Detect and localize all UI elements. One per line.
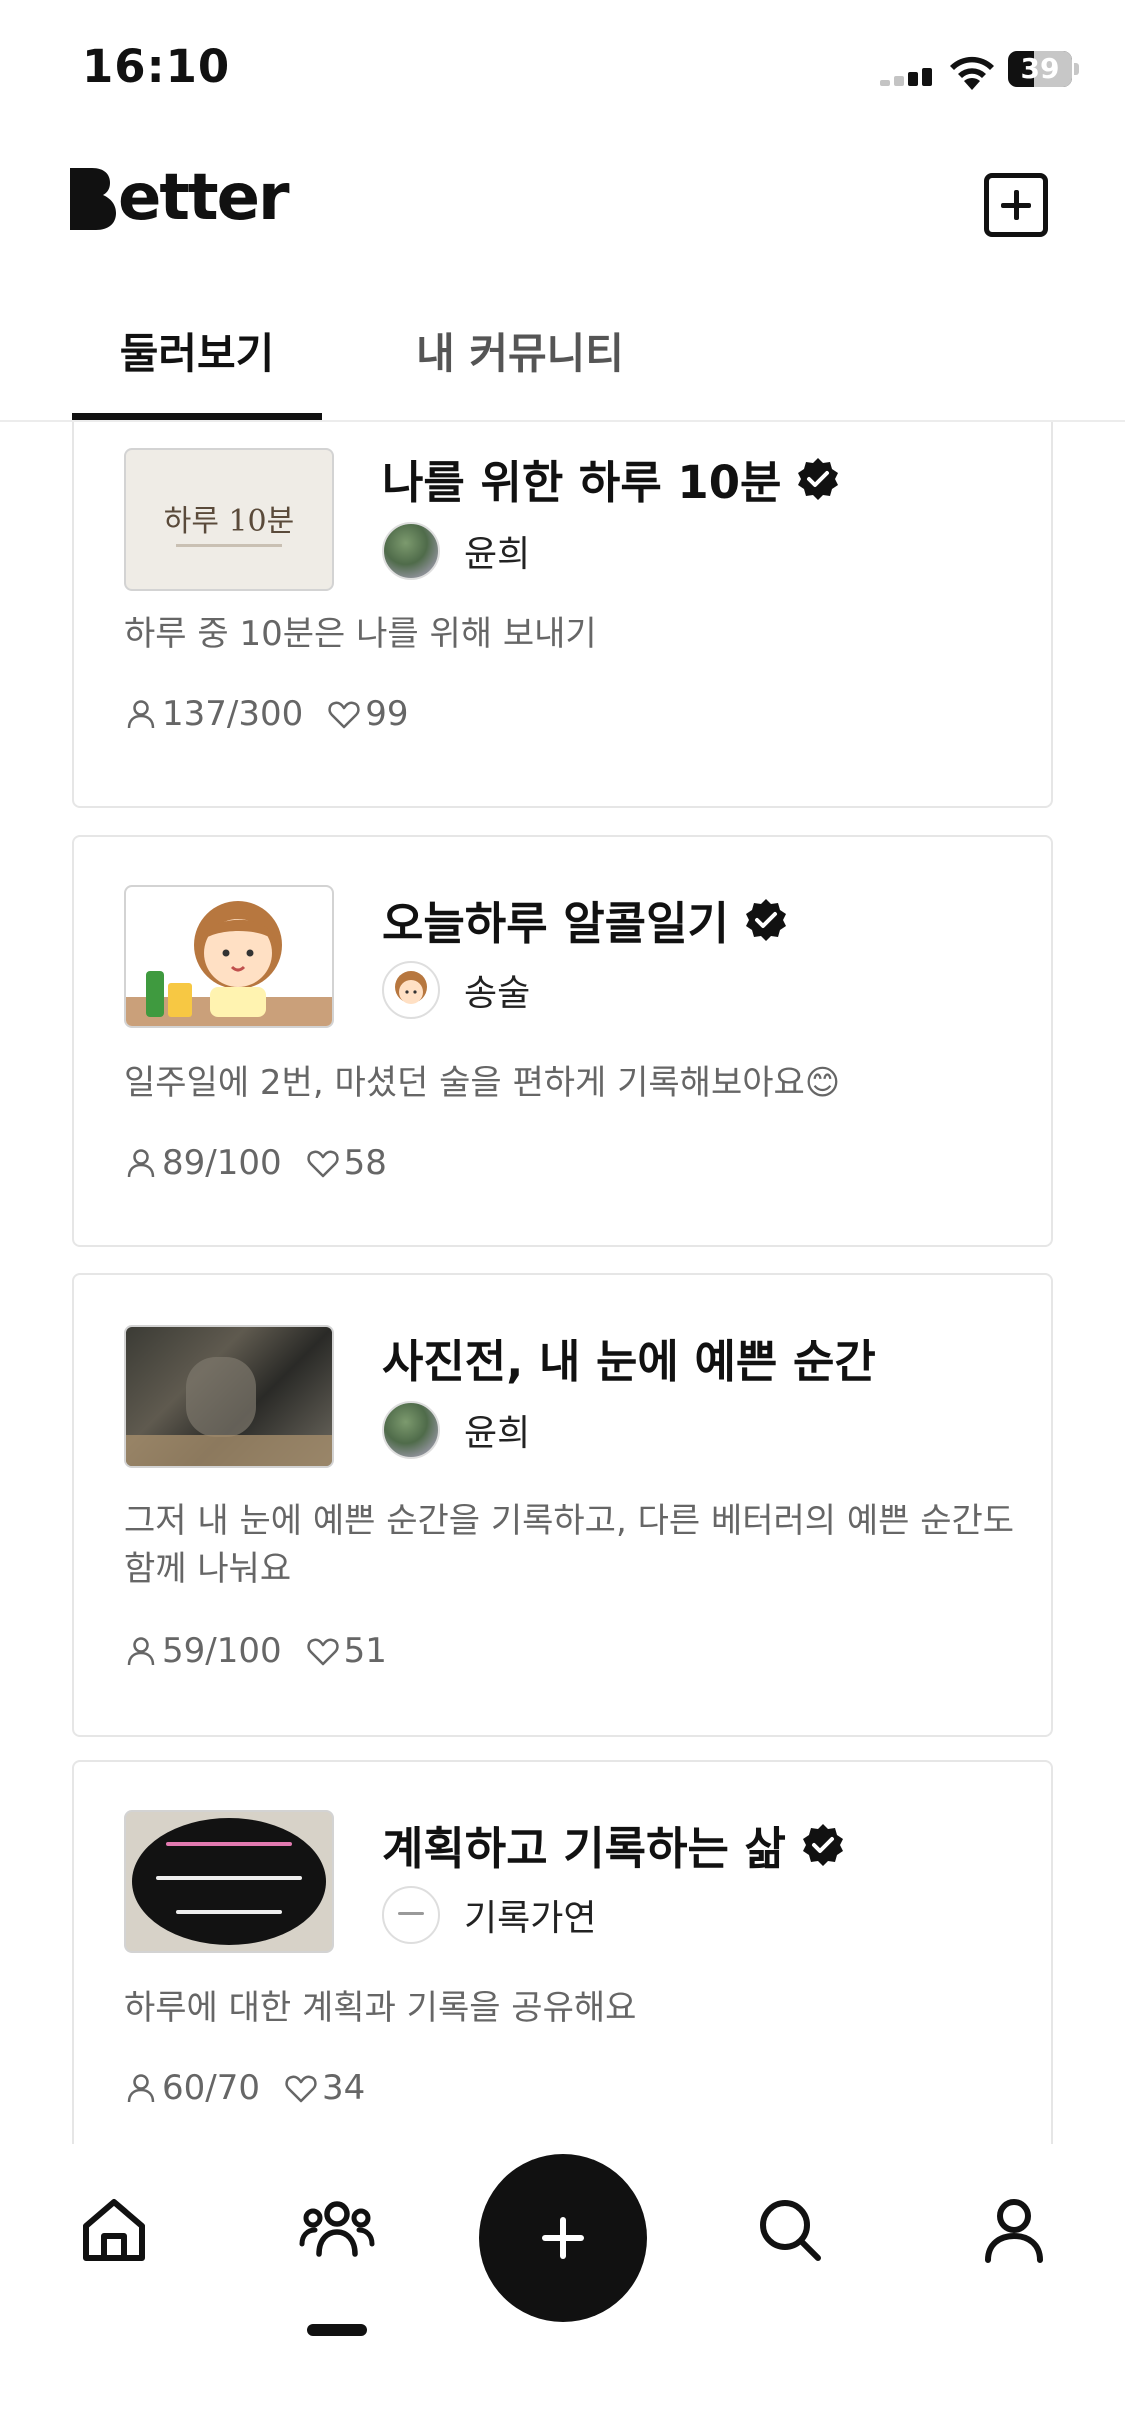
tab-indicator [72, 413, 322, 420]
community-stats: 89/100 58 [124, 1143, 387, 1183]
tab-bar: 둘러보기 내 커뮤니티 [0, 300, 1125, 422]
create-post-button[interactable] [479, 2154, 647, 2322]
community-stats: 60/70 34 [124, 2068, 365, 2108]
like-count: 99 [365, 694, 409, 734]
community-title: 오늘하루 알콜일기 [382, 887, 789, 952]
avatar [382, 961, 440, 1019]
verified-badge-icon [802, 1823, 843, 1866]
profile-icon[interactable] [978, 2194, 1050, 2266]
owner-name: 윤희 [464, 534, 531, 575]
member-count: 137/300 [162, 694, 304, 734]
community-thumbnail [124, 1325, 334, 1468]
logo-b-mark [70, 168, 116, 230]
like-count: 58 [343, 1143, 387, 1183]
battery-level: 39 [1020, 52, 1060, 85]
verified-badge-icon [745, 898, 786, 941]
heart-icon [306, 1150, 339, 1178]
avatar [382, 522, 440, 580]
community-icon[interactable] [299, 2192, 375, 2268]
heart-icon [306, 1638, 339, 1666]
owner-name: 기록가연 [464, 1898, 597, 1939]
community-card[interactable]: 사진전, 내 눈에 예쁜 순간 윤희 그저 내 눈에 예쁜 순간을 기록하고, … [72, 1273, 1053, 1737]
character-illustration [126, 901, 332, 1026]
community-owner[interactable]: 윤희 [382, 1401, 530, 1459]
community-owner[interactable]: 기록가연 [382, 1886, 596, 1944]
tab-my-community[interactable]: 내 커뮤니티 [400, 320, 640, 381]
active-tab-indicator [307, 2324, 367, 2336]
member-icon [127, 700, 155, 729]
owner-name: 윤희 [464, 1413, 531, 1454]
bottom-navigation [0, 2144, 1125, 2436]
community-description: 그저 내 눈에 예쁜 순간을 기록하고, 다른 베터러의 예쁜 순간도 함께 나… [124, 1501, 1015, 1589]
battery-icon: 39 [1008, 51, 1079, 87]
community-card[interactable]: 계획하고 기록하는 삶 기록가연 하루에 대한 계획과 기록을 공유해요 60/… [72, 1760, 1053, 2144]
community-description: 하루 중 10분은 나를 위해 보내기 [124, 614, 597, 654]
logo-text: etter [118, 161, 290, 235]
community-owner[interactable]: 송술 [382, 961, 530, 1019]
status-time: 16:10 [82, 40, 231, 93]
like-count: 51 [343, 1631, 387, 1671]
signal-icon [880, 68, 934, 86]
community-stats: 137/300 99 [124, 694, 409, 734]
heart-icon [328, 701, 360, 729]
like-count: 34 [321, 2068, 366, 2108]
community-title: 나를 위한 하루 10분 [382, 446, 841, 511]
member-icon [127, 1149, 155, 1178]
community-feed[interactable]: 하루 10분 나를 위한 하루 10분 윤희 하루 중 10분은 나를 위해 보… [0, 422, 1125, 2144]
status-bar: 16:10 39 [0, 0, 1125, 135]
verified-badge-icon [798, 457, 839, 500]
app-logo: etter [70, 150, 290, 235]
community-owner[interactable]: 윤희 [382, 522, 530, 580]
avatar [382, 1886, 440, 1944]
member-icon [127, 1637, 155, 1666]
member-count: 89/100 [162, 1143, 282, 1183]
community-card[interactable]: 오늘하루 알콜일기 송술 일주일에 2번, 마셨던 술을 편하게 기록해보아요😊… [72, 835, 1053, 1247]
home-icon[interactable] [78, 2194, 150, 2266]
community-thumbnail: 하루 10분 [124, 448, 334, 591]
avatar [382, 1401, 440, 1459]
community-thumbnail [124, 885, 334, 1028]
heart-icon [285, 2075, 317, 2103]
create-community-button[interactable] [984, 173, 1048, 237]
tab-browse[interactable]: 둘러보기 [72, 320, 322, 381]
wifi-icon [950, 56, 994, 90]
community-thumbnail [124, 1810, 334, 1953]
member-icon [127, 2074, 155, 2103]
owner-name: 송술 [464, 973, 531, 1014]
community-description: 하루에 대한 계획과 기록을 공유해요 [124, 1988, 637, 2028]
community-title: 계획하고 기록하는 삶 [382, 1812, 846, 1877]
thumbnail-caption: 하루 10분 [163, 504, 295, 539]
community-card[interactable]: 하루 10분 나를 위한 하루 10분 윤희 하루 중 10분은 나를 위해 보… [72, 422, 1053, 808]
community-stats: 59/100 51 [124, 1631, 387, 1671]
member-count: 60/70 [162, 2068, 260, 2108]
search-icon[interactable] [754, 2194, 826, 2266]
community-title: 사진전, 내 눈에 예쁜 순간 [382, 1335, 876, 1388]
member-count: 59/100 [162, 1631, 282, 1671]
community-description: 일주일에 2번, 마셨던 술을 편하게 기록해보아요😊 [124, 1063, 841, 1103]
